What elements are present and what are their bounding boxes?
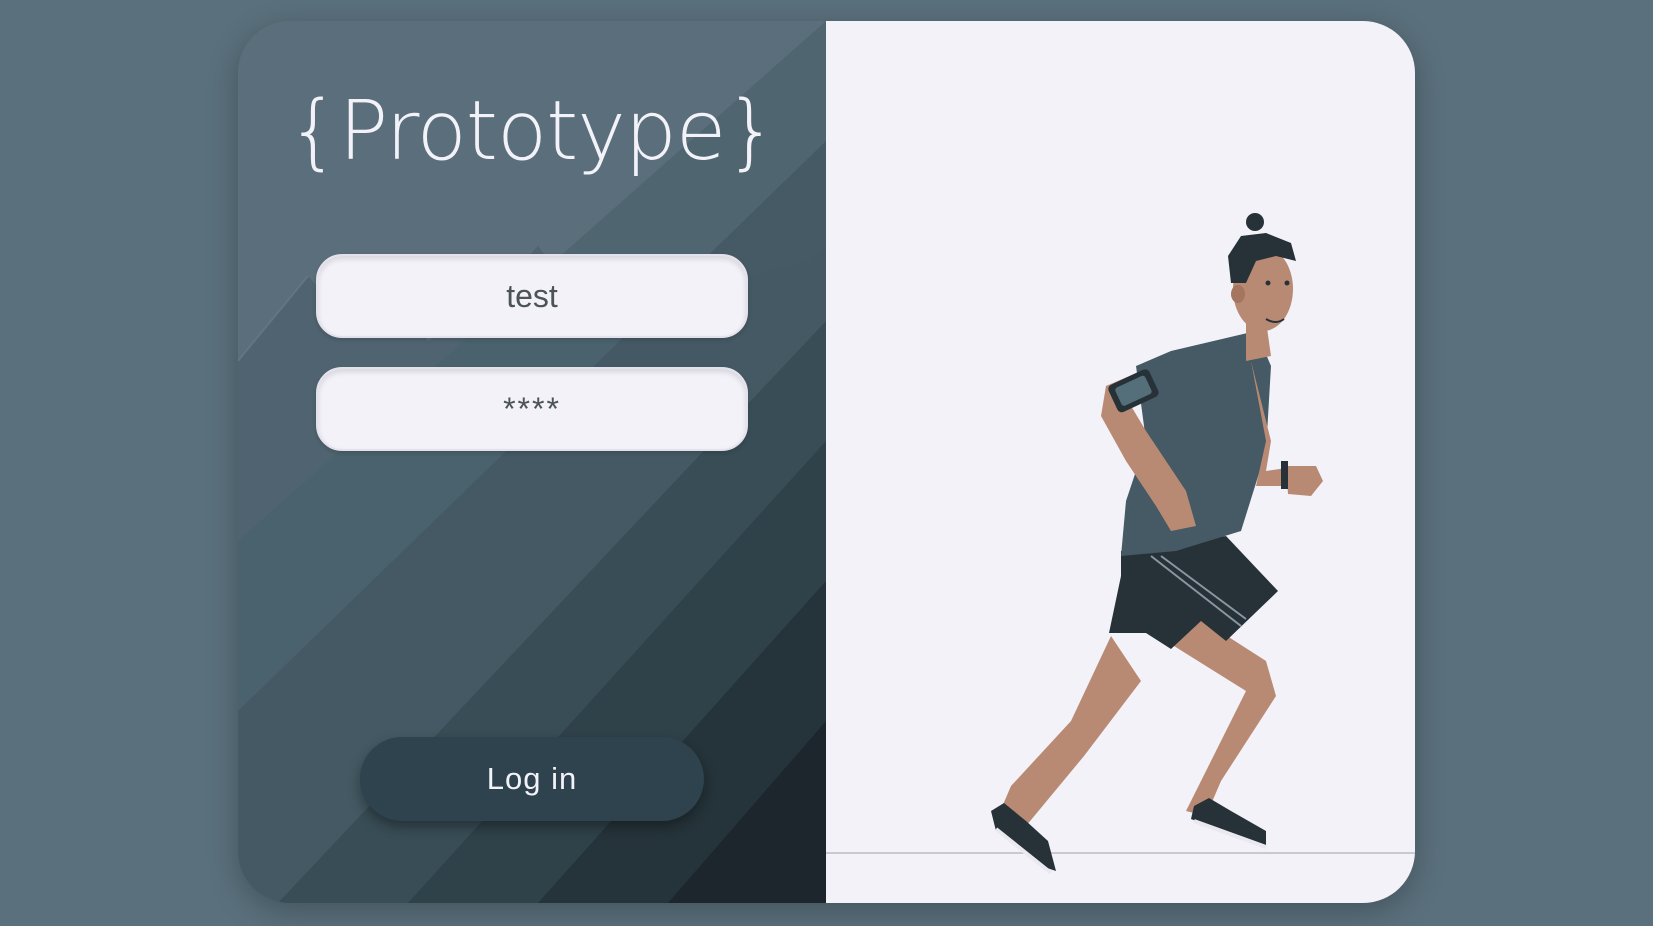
password-input[interactable]: **** [316, 367, 748, 451]
illustration-panel [826, 21, 1415, 903]
app-logo: {Prototype} [287, 84, 778, 179]
runner-illustration [826, 213, 1415, 875]
login-panel: {Prototype} test **** Log in [238, 21, 826, 903]
login-button[interactable]: Log in [360, 737, 704, 821]
username-input[interactable]: test [316, 254, 748, 338]
login-card: {Prototype} test **** Log in [238, 21, 1415, 903]
